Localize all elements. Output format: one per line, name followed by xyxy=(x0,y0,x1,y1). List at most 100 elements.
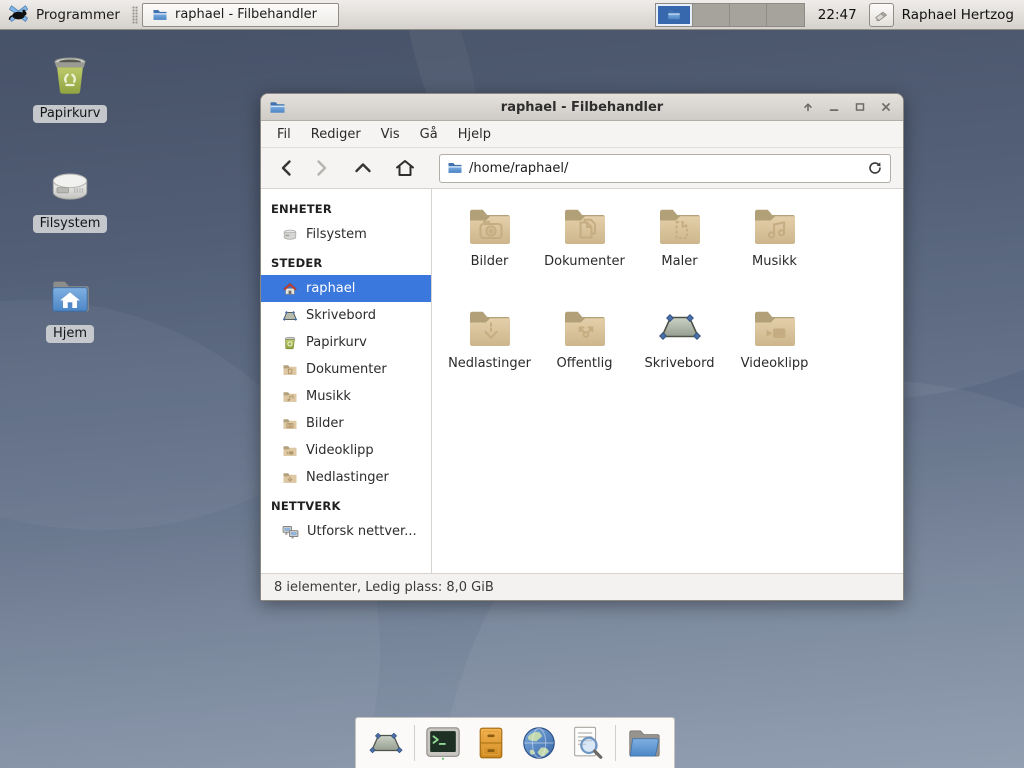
file-cabinet-icon xyxy=(473,724,509,762)
sidebar-item-dokumenter[interactable]: Dokumenter xyxy=(261,356,431,383)
menu-vis[interactable]: Vis xyxy=(371,123,410,146)
file-label: Offentlig xyxy=(557,356,613,371)
folder-pictures-icon xyxy=(282,416,298,432)
window-titlebar[interactable]: raphael - Filbehandler xyxy=(261,94,903,121)
workspace-4[interactable] xyxy=(767,4,804,26)
show-desktop-button[interactable] xyxy=(366,723,406,763)
menu-ga[interactable]: Gå xyxy=(410,123,448,146)
trash-icon xyxy=(45,50,95,100)
shade-button[interactable] xyxy=(799,98,817,116)
sidebar-item-videoklipp[interactable]: Videoklipp xyxy=(261,437,431,464)
folder-downloads-icon xyxy=(466,303,514,351)
file-label: Dokumenter xyxy=(544,254,625,269)
taskbar-window-button[interactable]: raphael - Filbehandler xyxy=(142,3,339,27)
applications-menu-label: Programmer xyxy=(36,7,120,23)
maximize-button[interactable] xyxy=(851,98,869,116)
workspace-1[interactable] xyxy=(656,4,693,26)
folder-documents-icon xyxy=(282,362,298,378)
forward-button[interactable] xyxy=(307,155,334,182)
sidebar-item-papirkurv[interactable]: Papirkurv xyxy=(261,329,431,356)
folder-templates-icon xyxy=(656,201,704,249)
sidebar-header-devices: ENHETER xyxy=(261,194,431,221)
sidebar-item-label: Nedlastinger xyxy=(306,470,389,485)
file-maler[interactable]: Maler xyxy=(632,201,727,297)
window-titlebar-icon xyxy=(269,99,286,116)
file-label: Videoklipp xyxy=(741,356,809,371)
folder-downloads-icon xyxy=(282,470,298,486)
dock xyxy=(355,717,675,768)
workspace-2[interactable] xyxy=(693,4,730,26)
menu-fil[interactable]: Fil xyxy=(267,123,301,146)
terminal-launcher[interactable] xyxy=(423,723,463,763)
home-icon xyxy=(282,281,298,297)
sidebar-item-bilder[interactable]: Bilder xyxy=(261,410,431,437)
folder-music-icon xyxy=(751,201,799,249)
folder-launcher[interactable] xyxy=(624,723,664,763)
taskbar-window-label: raphael - Filbehandler xyxy=(175,7,317,22)
reload-button[interactable] xyxy=(867,160,883,176)
folder-icon xyxy=(625,724,663,762)
file-skrivebord[interactable]: Skrivebord xyxy=(632,303,727,399)
folder-pictures-icon xyxy=(466,201,514,249)
maximize-icon xyxy=(853,100,867,114)
sidebar-item-network[interactable]: Utforsk nettver... xyxy=(261,518,431,545)
minimize-button[interactable] xyxy=(825,98,843,116)
forward-icon xyxy=(311,158,331,178)
sidebar-item-nedlastinger[interactable]: Nedlastinger xyxy=(261,464,431,491)
sidebar-item-filesystem[interactable]: Filsystem xyxy=(261,221,431,248)
file-search-icon xyxy=(568,724,606,762)
desktop-icon-filesystem[interactable]: Filsystem xyxy=(20,160,120,233)
file-label: Skrivebord xyxy=(644,356,714,371)
sidebar-item-label: Papirkurv xyxy=(306,335,367,350)
sidebar-item-label: Filsystem xyxy=(306,227,367,242)
top-panel: Programmer raphael - Filbehandler 22:47 … xyxy=(0,0,1024,30)
desktop-icon-home[interactable]: Hjem xyxy=(20,270,120,343)
file-cabinet-launcher[interactable] xyxy=(471,723,511,763)
sidebar-item-label: Utforsk nettver... xyxy=(307,524,417,539)
desktop-icon xyxy=(282,308,298,324)
desktop-icon-trash[interactable]: Papirkurv xyxy=(20,50,120,123)
web-browser-launcher[interactable] xyxy=(519,723,559,763)
desktop-icon xyxy=(656,303,704,351)
file-search-launcher[interactable] xyxy=(567,723,607,763)
file-offentlig[interactable]: Offentlig xyxy=(537,303,632,399)
home-button[interactable] xyxy=(391,155,418,182)
file-list-view[interactable]: Bilder Dokumenter xyxy=(432,189,903,573)
back-button[interactable] xyxy=(273,155,300,182)
sidebar-item-musikk[interactable]: Musikk xyxy=(261,383,431,410)
sidebar-item-raphael[interactable]: raphael xyxy=(261,275,431,302)
sidebar-header-network: NETTVERK xyxy=(261,491,431,518)
clock: 22:47 xyxy=(818,7,857,23)
workspace-window-icon xyxy=(667,8,681,22)
drive-icon xyxy=(45,160,95,210)
menu-hjelp[interactable]: Hjelp xyxy=(448,123,501,146)
panel-right-area: 22:47 Raphael Hertzog xyxy=(655,3,1018,27)
sidebar-item-skrivebord[interactable]: Skrivebord xyxy=(261,302,431,329)
sidebar-item-label: raphael xyxy=(306,281,355,296)
workspace-3[interactable] xyxy=(730,4,767,26)
folder-videos-icon xyxy=(751,303,799,351)
user-action-icon xyxy=(872,6,890,24)
close-button[interactable] xyxy=(877,98,895,116)
back-icon xyxy=(277,158,297,178)
show-desktop-icon xyxy=(367,724,405,762)
user-actions-button[interactable] xyxy=(869,3,894,27)
file-nedlastinger[interactable]: Nedlastinger xyxy=(442,303,537,399)
network-icon xyxy=(282,523,299,540)
file-dokumenter[interactable]: Dokumenter xyxy=(537,201,632,297)
toolbar xyxy=(261,148,903,189)
location-input[interactable] xyxy=(469,161,861,176)
file-bilder[interactable]: Bilder xyxy=(442,201,537,297)
up-icon xyxy=(353,158,373,178)
menu-rediger[interactable]: Rediger xyxy=(301,123,371,146)
file-musikk[interactable]: Musikk xyxy=(727,201,822,297)
file-label: Bilder xyxy=(471,254,509,269)
dock-separator xyxy=(414,725,415,761)
file-manager-folder-icon xyxy=(152,7,168,23)
applications-menu-button[interactable]: Programmer xyxy=(6,2,128,27)
file-videoklipp[interactable]: Videoklipp xyxy=(727,303,822,399)
folder-public-icon xyxy=(561,303,609,351)
location-bar[interactable] xyxy=(439,154,891,183)
up-button[interactable] xyxy=(349,155,376,182)
minimize-icon xyxy=(827,100,841,114)
